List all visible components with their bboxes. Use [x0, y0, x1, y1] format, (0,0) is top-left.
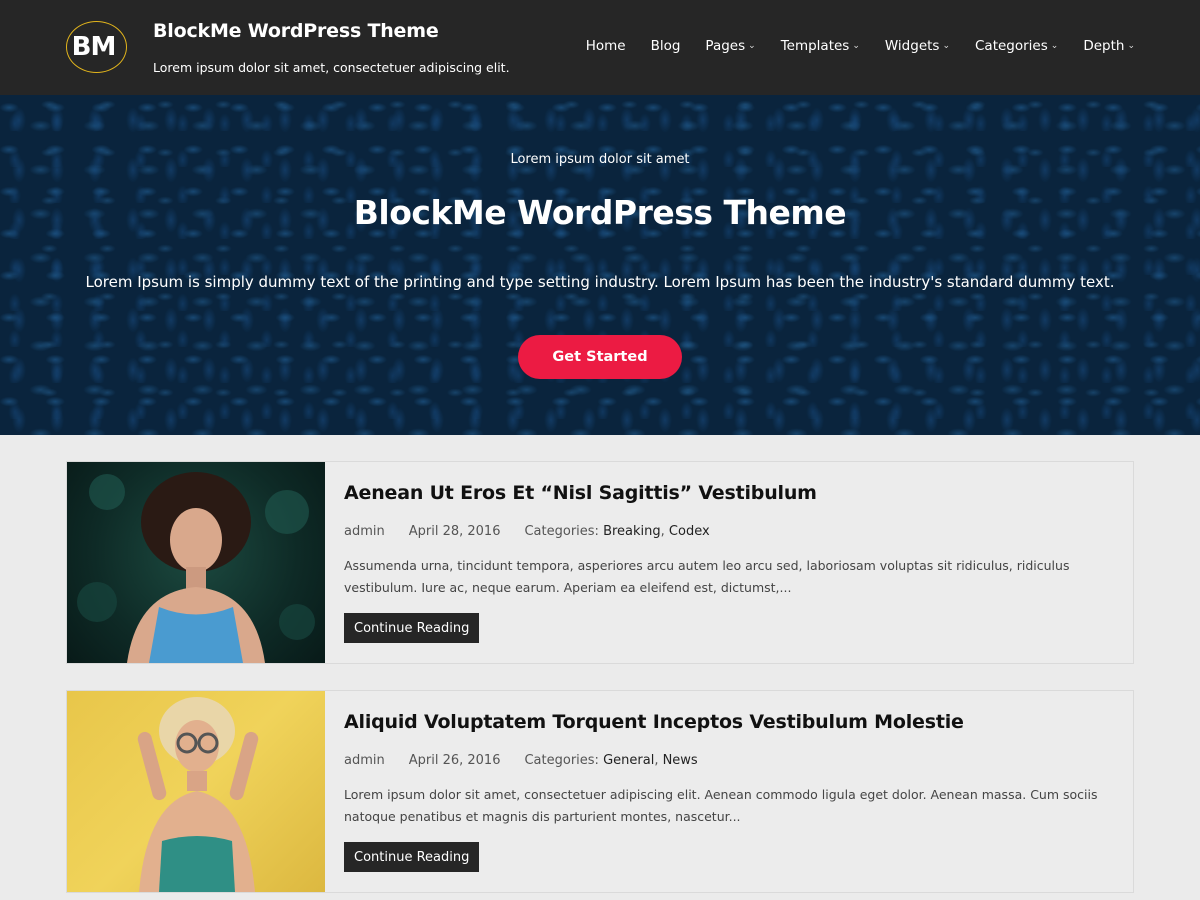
chevron-down-icon: ⌄	[1050, 41, 1059, 51]
category-link[interactable]: News	[663, 753, 698, 768]
blog-post-card: Aliquid Voluptatem Torquent Inceptos Ves…	[66, 690, 1134, 893]
nav-item-home[interactable]: Home	[586, 38, 626, 54]
categories-label: Categories:	[524, 753, 599, 768]
portrait-illustration	[137, 697, 259, 892]
nav-label: Pages	[705, 38, 746, 54]
post-thumbnail[interactable]	[67, 462, 325, 663]
nav-item-widgets[interactable]: Widgets ⌄	[885, 38, 950, 54]
post-date[interactable]: April 26, 2016	[409, 753, 501, 768]
post-thumbnail[interactable]	[67, 691, 325, 892]
category-link[interactable]: General	[603, 753, 654, 768]
post-title[interactable]: Aliquid Voluptatem Torquent Inceptos Ves…	[344, 711, 964, 733]
post-excerpt: Lorem ipsum dolor sit amet, consectetuer…	[344, 787, 1098, 824]
category-link[interactable]: Codex	[669, 524, 710, 539]
site-title[interactable]: BlockMe WordPress Theme	[153, 20, 439, 42]
post-excerpt: Assumenda urna, tincidunt tempora, asper…	[344, 558, 1070, 595]
nav-item-depth[interactable]: Depth ⌄	[1083, 38, 1135, 54]
site-logo[interactable]: BM	[66, 21, 127, 73]
site-tagline: Lorem ipsum dolor sit amet, consectetuer…	[153, 60, 510, 75]
hero-banner: Lorem ipsum dolor sit amet BlockMe WordP…	[0, 95, 1200, 435]
chevron-down-icon: ⌄	[942, 41, 950, 51]
site-header: BM BlockMe WordPress Theme Lorem ipsum d…	[0, 0, 1200, 95]
nav-item-pages[interactable]: Pages ⌄	[705, 38, 755, 54]
main-navigation: Home Blog Pages ⌄ Templates ⌄ Widgets ⌄ Cat…	[561, 38, 1135, 54]
chevron-down-icon: ⌄	[1127, 41, 1135, 51]
nav-item-templates[interactable]: Templates ⌄	[781, 38, 860, 54]
nav-label: Widgets	[884, 38, 940, 54]
chevron-down-icon: ⌄	[852, 41, 860, 51]
post-date[interactable]: April 28, 2016	[409, 524, 501, 539]
nav-label: Blog	[650, 38, 681, 54]
continue-reading-button[interactable]: Continue Reading	[344, 842, 480, 872]
get-started-button[interactable]: Get Started	[518, 335, 682, 379]
continue-reading-button[interactable]: Continue Reading	[344, 613, 480, 643]
post-author[interactable]: admin	[344, 753, 385, 768]
post-categories: Categories: Breaking, Codex	[524, 524, 710, 539]
blog-post-card: Aenean Ut Eros Et “Nisl Sagittis” Vestib…	[66, 461, 1134, 664]
logo-text: BM	[71, 32, 117, 62]
nav-label: Home	[585, 38, 626, 54]
nav-item-categories[interactable]: Categories ⌄	[975, 38, 1058, 54]
post-meta: admin April 26, 2016 Categories: General…	[344, 753, 698, 768]
hero-title: BlockMe WordPress Theme	[353, 193, 847, 232]
post-title[interactable]: Aenean Ut Eros Et “Nisl Sagittis” Vestib…	[344, 482, 817, 504]
nav-label: Categories	[975, 38, 1048, 54]
portrait-illustration	[77, 472, 315, 663]
hero-description: Lorem Ipsum is simply dummy text of the …	[85, 273, 1115, 291]
post-categories: Categories: General, News	[524, 753, 698, 768]
hero-background-image	[0, 95, 1200, 435]
nav-label: Depth	[1083, 38, 1125, 54]
nav-label: Templates	[780, 38, 850, 54]
category-link[interactable]: Breaking	[603, 524, 661, 539]
post-author[interactable]: admin	[344, 524, 385, 539]
hero-kicker: Lorem ipsum dolor sit amet	[510, 152, 690, 167]
chevron-down-icon: ⌄	[748, 41, 756, 51]
post-meta: admin April 28, 2016 Categories: Breakin…	[344, 524, 710, 539]
nav-item-blog[interactable]: Blog	[651, 38, 681, 54]
categories-label: Categories:	[524, 524, 599, 539]
